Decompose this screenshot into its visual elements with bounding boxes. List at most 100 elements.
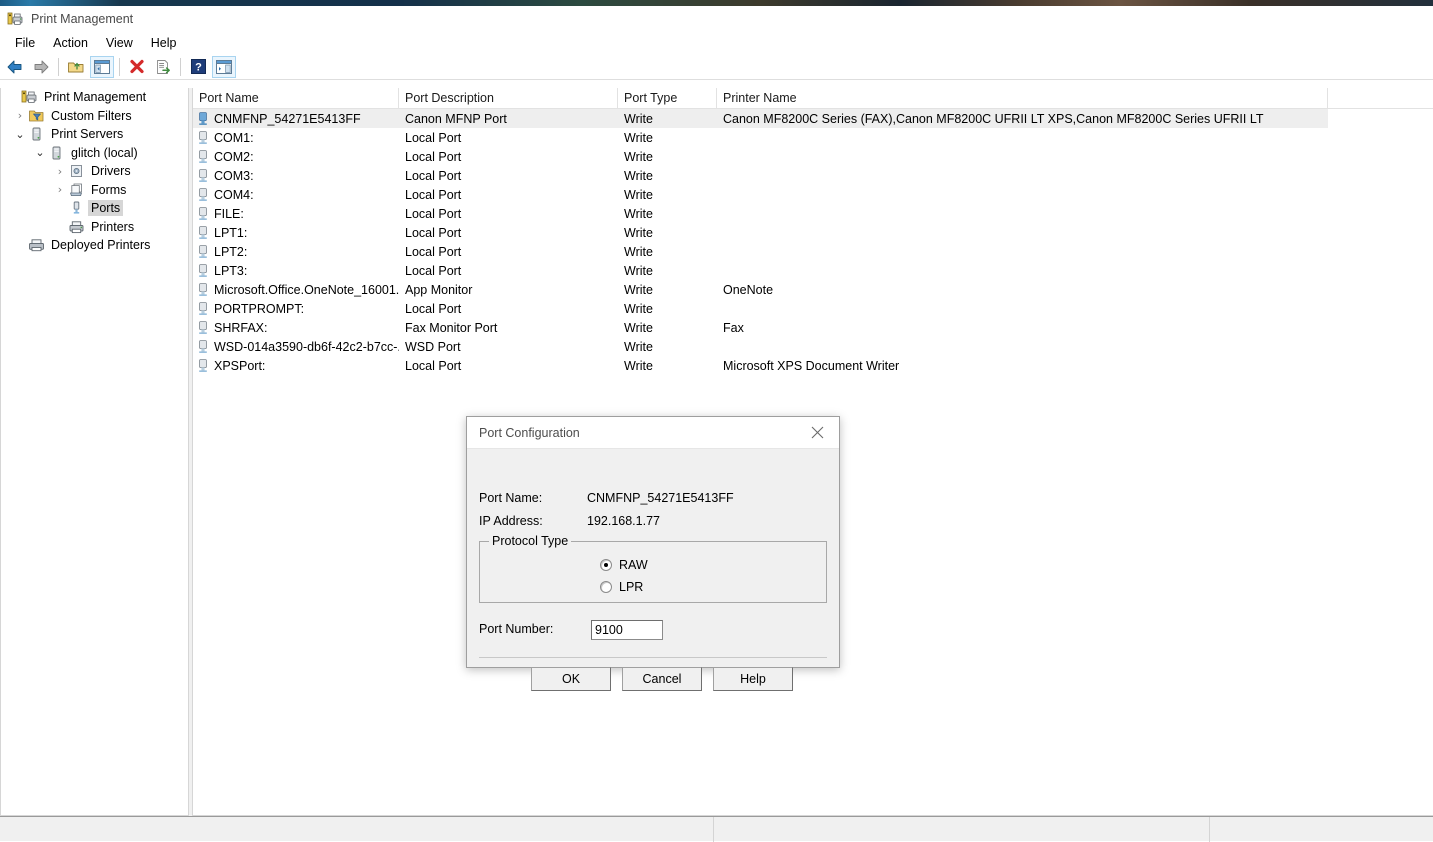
show-hide-console-tree-button[interactable]	[90, 55, 114, 78]
status-segment-2	[714, 817, 1210, 842]
radio-protocol-lpr[interactable]: LPR	[600, 580, 643, 594]
chevron-right-icon[interactable]: ›	[52, 166, 68, 177]
table-row[interactable]: LPT2: Local Port Write	[193, 242, 1433, 261]
port-icon	[197, 111, 209, 126]
port-configuration-dialog: Port Configuration Port Name: CNMFNP_542…	[466, 416, 840, 691]
forms-icon	[68, 182, 85, 198]
cell-port-type: Write	[624, 339, 653, 354]
cell-port-description: Local Port	[405, 130, 462, 145]
tree-node-label: Deployed Printers	[51, 238, 151, 253]
drivers-icon	[68, 163, 85, 179]
export-list-button[interactable]	[151, 56, 175, 78]
cell-port-name: CNMFNP_54271E5413FF	[193, 109, 399, 128]
chevron-right-icon[interactable]: ›	[12, 110, 28, 121]
table-row[interactable]: SHRFAX: Fax Monitor Port Write Fax	[193, 318, 1433, 337]
port-icon	[197, 339, 209, 354]
cell-text: COM1:	[214, 130, 254, 145]
table-row[interactable]: FILE: Local Port Write	[193, 204, 1433, 223]
show-hide-action-pane-button[interactable]	[212, 55, 236, 78]
radio-button-selected-icon[interactable]	[600, 559, 612, 571]
port-icon	[197, 320, 209, 335]
table-row[interactable]: CNMFNP_54271E5413FF Canon MFNP Port Writ…	[193, 109, 1328, 128]
cell-port-name: COM4:	[193, 185, 399, 204]
radio-protocol-raw[interactable]: RAW	[600, 558, 648, 572]
up-one-level-button[interactable]	[64, 56, 88, 78]
tree-node-label: Print Servers	[51, 127, 124, 142]
table-row[interactable]: COM3: Local Port Write	[193, 166, 1433, 185]
window-title: Print Management	[31, 12, 134, 26]
forward-button[interactable]	[29, 56, 53, 78]
table-row[interactable]: LPT1: Local Port Write	[193, 223, 1433, 242]
menu-action[interactable]: Action	[44, 34, 97, 52]
menu-view[interactable]: View	[97, 34, 142, 52]
cell-port-name: XPSPort:	[193, 356, 399, 375]
table-row[interactable]: COM1: Local Port Write	[193, 128, 1433, 147]
cell-text: SHRFAX:	[214, 320, 268, 335]
chevron-right-icon[interactable]: ›	[52, 184, 68, 195]
cell-port-description: Local Port	[405, 244, 462, 259]
ip-address-field: IP Address: 192.168.1.77	[479, 514, 660, 528]
tree-node-print-servers[interactable]: ⌄ Print Servers	[1, 125, 188, 144]
cell-port-name: FILE:	[193, 204, 399, 223]
table-row[interactable]: XPSPort: Local Port Write Microsoft XPS …	[193, 356, 1433, 375]
menu-help[interactable]: Help	[142, 34, 186, 52]
radio-button-unselected-icon[interactable]	[600, 581, 612, 593]
tree-node-printers[interactable]: › Printers	[1, 218, 188, 237]
table-row[interactable]: Microsoft.Office.OneNote_16001... App Mo…	[193, 280, 1433, 299]
tree-node-label: Printers	[91, 219, 135, 234]
cell-port-type: Write	[624, 263, 653, 278]
cell-port-description: Local Port	[405, 301, 462, 316]
cell-port-description: Fax Monitor Port	[405, 320, 498, 335]
help-button[interactable]: ?	[186, 56, 210, 78]
chevron-down-icon[interactable]: ⌄	[32, 147, 48, 158]
filter-folder-icon	[28, 108, 45, 124]
menu-file[interactable]: File	[6, 34, 44, 52]
protocol-type-group: Protocol Type RAW LPR	[479, 534, 827, 603]
delete-button[interactable]	[125, 56, 149, 78]
port-name-label: Port Name:	[479, 491, 543, 505]
column-header-port-name[interactable]: Port Name	[193, 88, 399, 109]
table-row[interactable]: WSD-014a3590-db6f-42c2-b7cc-... WSD Port…	[193, 337, 1433, 356]
protocol-type-group-label: Protocol Type	[489, 534, 572, 548]
cell-port-type: Write	[624, 168, 653, 183]
help-button[interactable]: Help	[713, 667, 793, 691]
cell-text: XPSPort:	[214, 358, 266, 373]
radio-label: LPR	[619, 580, 644, 594]
chevron-down-icon[interactable]: ⌄	[12, 129, 28, 140]
tree-node-deployed-printers[interactable]: › Deployed Printers	[1, 236, 188, 255]
tree-node-ports[interactable]: › Ports	[1, 199, 188, 218]
table-row[interactable]: PORTPROMPT: Local Port Write	[193, 299, 1433, 318]
tree-node-glitch-local[interactable]: ⌄ glitch (local)	[1, 144, 188, 163]
cell-port-type: Write	[624, 111, 653, 126]
tree-node-custom-filters[interactable]: › Custom Filters	[1, 107, 188, 126]
cell-port-name: COM2:	[193, 147, 399, 166]
column-header-port-description[interactable]: Port Description	[399, 88, 618, 109]
ok-button[interactable]: OK	[531, 667, 611, 691]
cell-printer-name	[717, 128, 1328, 147]
cell-port-name: COM1:	[193, 128, 399, 147]
cell-port-description: Local Port	[405, 358, 462, 373]
close-icon[interactable]	[795, 417, 839, 448]
table-row[interactable]: COM4: Local Port Write	[193, 185, 1433, 204]
tree-node-drivers[interactable]: › Drivers	[1, 162, 188, 181]
cell-printer-name	[717, 261, 1328, 280]
cell-port-name: LPT1:	[193, 223, 399, 242]
cancel-button[interactable]: Cancel	[622, 667, 702, 691]
column-header-port-type[interactable]: Port Type	[618, 88, 717, 109]
tree-node-print-management[interactable]: › Print Management	[1, 88, 188, 107]
table-row[interactable]: LPT3: Local Port Write	[193, 261, 1433, 280]
cell-printer-name	[717, 166, 1328, 185]
status-bar	[0, 816, 1433, 842]
cell-port-name: LPT3:	[193, 261, 399, 280]
table-row[interactable]: COM2: Local Port Write	[193, 147, 1433, 166]
printer-icon	[28, 237, 45, 253]
cell-printer-name	[717, 299, 1328, 318]
port-number-input[interactable]	[591, 620, 663, 640]
column-header-printer-name[interactable]: Printer Name	[717, 88, 1328, 109]
toolbar-separator	[180, 57, 181, 76]
cell-port-type: Write	[624, 358, 653, 373]
tree-node-forms[interactable]: › Forms	[1, 181, 188, 200]
back-button[interactable]	[3, 56, 27, 78]
chevron-none-icon: ›	[5, 92, 21, 103]
cell-port-name: WSD-014a3590-db6f-42c2-b7cc-...	[193, 337, 399, 356]
